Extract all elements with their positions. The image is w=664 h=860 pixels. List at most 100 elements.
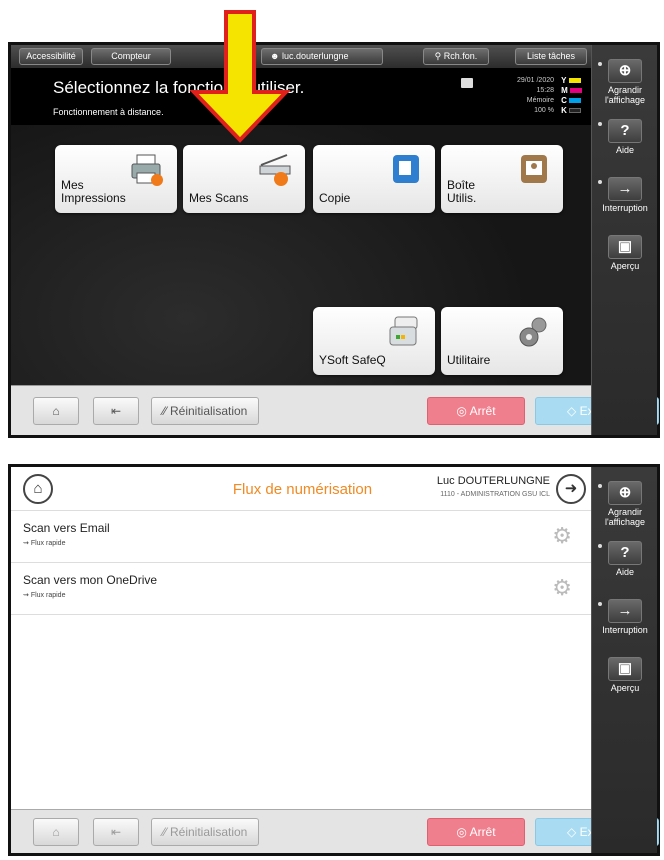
stop-icon: ◎ <box>456 404 467 418</box>
home-panel: Accessibilité Compteur ☻ luc.douterlungn… <box>8 42 660 438</box>
help-button[interactable]: ? Aide <box>592 541 658 577</box>
user-name: Luc DOUTERLUNGNE <box>436 475 550 487</box>
toner-c: C <box>561 96 582 106</box>
gear-icon[interactable]: ⚙ <box>552 575 572 601</box>
date: 29/01 /2020 <box>517 77 554 84</box>
interrupt-button[interactable]: → Interruption <box>592 177 658 213</box>
user-box-icon <box>521 155 547 183</box>
flow-tag: ⇝ Flux rapide <box>23 592 66 599</box>
preview-icon: ▣ <box>608 235 642 259</box>
search-icon: ⚲ <box>434 51 442 61</box>
help-button[interactable]: ? Aide <box>592 119 658 155</box>
flow-title: Scan vers mon OneDrive <box>23 573 158 587</box>
gear-icon[interactable]: ⚙ <box>552 523 572 549</box>
start-icon: ◇ <box>567 404 577 418</box>
zoom-label: Agrandir l'affichage <box>604 85 646 105</box>
home-button[interactable]: ⌂ <box>33 397 79 425</box>
logout-button[interactable]: ➜ <box>556 474 586 504</box>
reset-button[interactable]: ⁄⁄ Réinitialisation <box>151 397 259 425</box>
reset-label: Réinitialisation <box>169 825 248 839</box>
list-item[interactable]: Scan vers mon OneDrive ⇝ Flux rapide ⚙ <box>11 563 594 615</box>
zoom-display-button[interactable]: ⊕ Agrandir l'affichage <box>592 59 658 105</box>
right-sidebar: ⊕ Agrandir l'affichage ? Aide → Interrup… <box>591 45 657 435</box>
zoom-display-button[interactable]: ⊕ Agrandir l'affichage <box>592 481 658 527</box>
flow-title: Scan vers Email <box>23 521 110 535</box>
logout-icon: ⇤ <box>110 825 122 839</box>
copy-icon <box>393 155 419 183</box>
interrupt-label: Interruption <box>602 203 648 213</box>
interrupt-icon: → <box>608 599 642 623</box>
interrupt-icon: → <box>608 177 642 201</box>
zoom-label: Agrandir l'affichage <box>604 507 646 527</box>
logout-button-bottom[interactable]: ⇤ <box>93 818 139 846</box>
toner-y: Y <box>561 76 582 86</box>
notification-icon <box>461 78 473 88</box>
zoom-in-icon: ⊕ <box>608 481 642 505</box>
reset-label: Réinitialisation <box>169 404 248 418</box>
accessibility-button[interactable]: Accessibilité <box>19 48 83 65</box>
tile-label: Boîte Utilis. <box>447 178 477 205</box>
stop-label: Arrêt <box>469 404 496 418</box>
header: ⌂ Flux de numérisation Luc DOUTERLUNGNE … <box>11 467 594 511</box>
preview-label: Aperçu <box>610 261 640 271</box>
scan-flow-screen: ⌂ Flux de numérisation Luc DOUTERLUNGNE … <box>11 467 659 853</box>
time: 15:28 <box>536 87 554 94</box>
tile-mes-impressions[interactable]: Mes Impressions <box>55 145 177 213</box>
reset-button[interactable]: ⁄⁄ Réinitialisation <box>151 818 259 846</box>
search-button[interactable]: ⚲ Rch.fon. <box>423 48 489 65</box>
preview-button[interactable]: ▣ Aperçu <box>592 657 658 693</box>
toner-m: M <box>561 86 582 96</box>
bottom-bar: ⌂ ⇤ ⁄⁄ Réinitialisation ◎ Arrêt ◇ Exécut… <box>11 385 659 435</box>
tile-label: Mes Scans <box>189 191 249 205</box>
gears-icon <box>519 317 547 347</box>
bolt-icon: ⇝ <box>23 540 29 547</box>
preview-label: Aperçu <box>610 683 640 693</box>
home-icon: ⌂ <box>52 404 60 418</box>
interrupt-label: Interruption <box>602 625 648 635</box>
list-item[interactable]: Scan vers Email ⇝ Flux rapide ⚙ <box>11 511 594 563</box>
help-icon: ? <box>608 541 642 565</box>
home-icon: ⌂ <box>52 825 60 839</box>
header: Sélectionnez la fonction à utiliser. Fon… <box>11 69 594 125</box>
toner-levels: Y M C K <box>561 76 582 116</box>
search-label: Rch.fon. <box>443 51 478 61</box>
tile-label: Utilitaire <box>447 353 491 367</box>
logout-icon: ⇤ <box>110 404 122 418</box>
tile-label: YSoft SafeQ <box>319 353 386 367</box>
stop-button[interactable]: ◎ Arrêt <box>427 397 525 425</box>
preview-icon: ▣ <box>608 657 642 681</box>
stop-icon: ◎ <box>456 825 467 839</box>
tile-utilitaire[interactable]: Utilitaire <box>441 307 563 375</box>
status-info: 29/01 /2020 15:28 Mémoire 100 % <box>517 76 554 116</box>
stop-button[interactable]: ◎ Arrêt <box>427 818 525 846</box>
user-org: 1110 - ADMINISTRATION GSU ICL <box>440 491 550 498</box>
toner-k: K <box>561 106 582 116</box>
help-label: Aide <box>615 145 634 155</box>
counter-button[interactable]: Compteur <box>91 48 171 65</box>
tile-ysoft-safeq[interactable]: YSoft SafeQ <box>313 307 435 375</box>
stop-label: Arrêt <box>469 825 496 839</box>
help-label: Aide <box>615 567 634 577</box>
tile-boite-utilis[interactable]: Boîte Utilis. <box>441 145 563 213</box>
scanner-icon <box>259 154 291 186</box>
right-sidebar: ⊕ Agrandir l'affichage ? Aide → Interrup… <box>591 467 657 853</box>
annotation-arrow <box>189 10 291 143</box>
memory-label: Mémoire <box>526 97 554 104</box>
tile-mes-scans[interactable]: Mes Scans <box>183 145 305 213</box>
home-button-bottom[interactable]: ⌂ <box>33 818 79 846</box>
logout-icon: ➜ <box>564 480 578 497</box>
logout-button[interactable]: ⇤ <box>93 397 139 425</box>
zoom-in-icon: ⊕ <box>608 59 642 83</box>
preview-button[interactable]: ▣ Aperçu <box>592 235 658 271</box>
job-list-button[interactable]: Liste tâches <box>515 48 587 65</box>
home-screen: Accessibilité Compteur ☻ luc.douterlungn… <box>11 45 659 435</box>
tile-label: Mes Impressions <box>61 178 126 205</box>
start-icon: ◇ <box>567 825 577 839</box>
interrupt-button[interactable]: → Interruption <box>592 599 658 635</box>
bottom-bar: ⌂ ⇤ ⁄⁄ Réinitialisation ◎ Arrêt ◇ Exécut… <box>11 809 659 853</box>
help-icon: ? <box>608 119 642 143</box>
reset-icon: ⁄⁄ <box>162 825 167 839</box>
reset-icon: ⁄⁄ <box>162 404 167 418</box>
memory-value: 100 % <box>534 107 554 114</box>
tile-copie[interactable]: Copie <box>313 145 435 213</box>
